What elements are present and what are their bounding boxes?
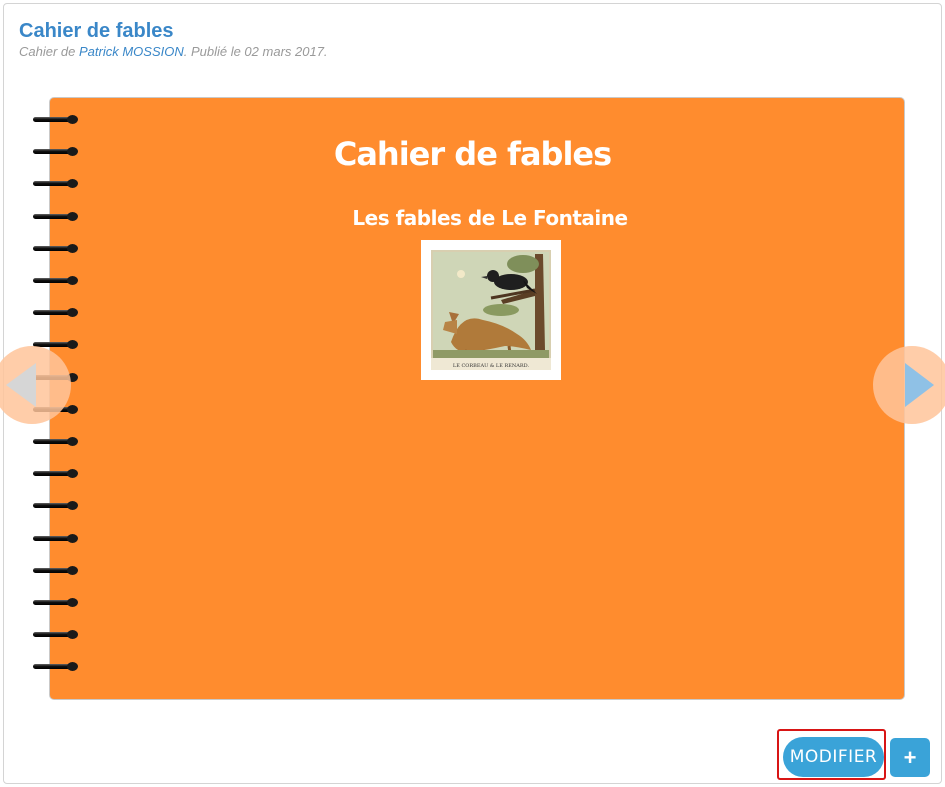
- binding-ring: [33, 243, 79, 253]
- triangle-left-icon: [0, 346, 71, 424]
- binding-ring: [33, 598, 79, 607]
- binding-ring: [33, 276, 79, 285]
- triangle-right-icon: [873, 346, 945, 424]
- binding-ring: [33, 533, 79, 543]
- binding-ring: [33, 565, 79, 575]
- next-page-button[interactable]: [872, 345, 945, 425]
- notebook-subtitle: Les fables de Le Fontaine: [352, 206, 628, 230]
- previous-page-button[interactable]: [0, 345, 72, 425]
- subtitle-prefix: Cahier de: [19, 44, 79, 59]
- page-subtitle: Cahier de Patrick MOSSION. Publié le 02 …: [19, 44, 328, 59]
- binding-ring: [33, 179, 79, 189]
- crow-and-fox-illustration: LE CORBEAU & LE RENARD.: [431, 250, 551, 370]
- notebook-title: Cahier de fables: [333, 135, 612, 173]
- binding-ring: [33, 501, 79, 511]
- binding-ring: [33, 437, 79, 446]
- binding-ring: [33, 630, 79, 640]
- notebook-cover: [49, 97, 905, 700]
- image-caption: LE CORBEAU & LE RENARD.: [453, 363, 530, 369]
- binding-ring: [33, 469, 79, 479]
- binding-ring: [33, 662, 79, 672]
- binding-ring: [33, 308, 79, 318]
- subtitle-suffix: . Publié le 02 mars 2017.: [183, 44, 328, 59]
- author-link[interactable]: Patrick MOSSION: [79, 44, 184, 59]
- add-button[interactable]: +: [890, 738, 930, 777]
- page-title: Cahier de fables: [19, 20, 174, 42]
- modify-button[interactable]: MODIFIER: [783, 737, 884, 777]
- cover-image: LE CORBEAU & LE RENARD.: [421, 240, 561, 380]
- binding-ring: [33, 115, 79, 124]
